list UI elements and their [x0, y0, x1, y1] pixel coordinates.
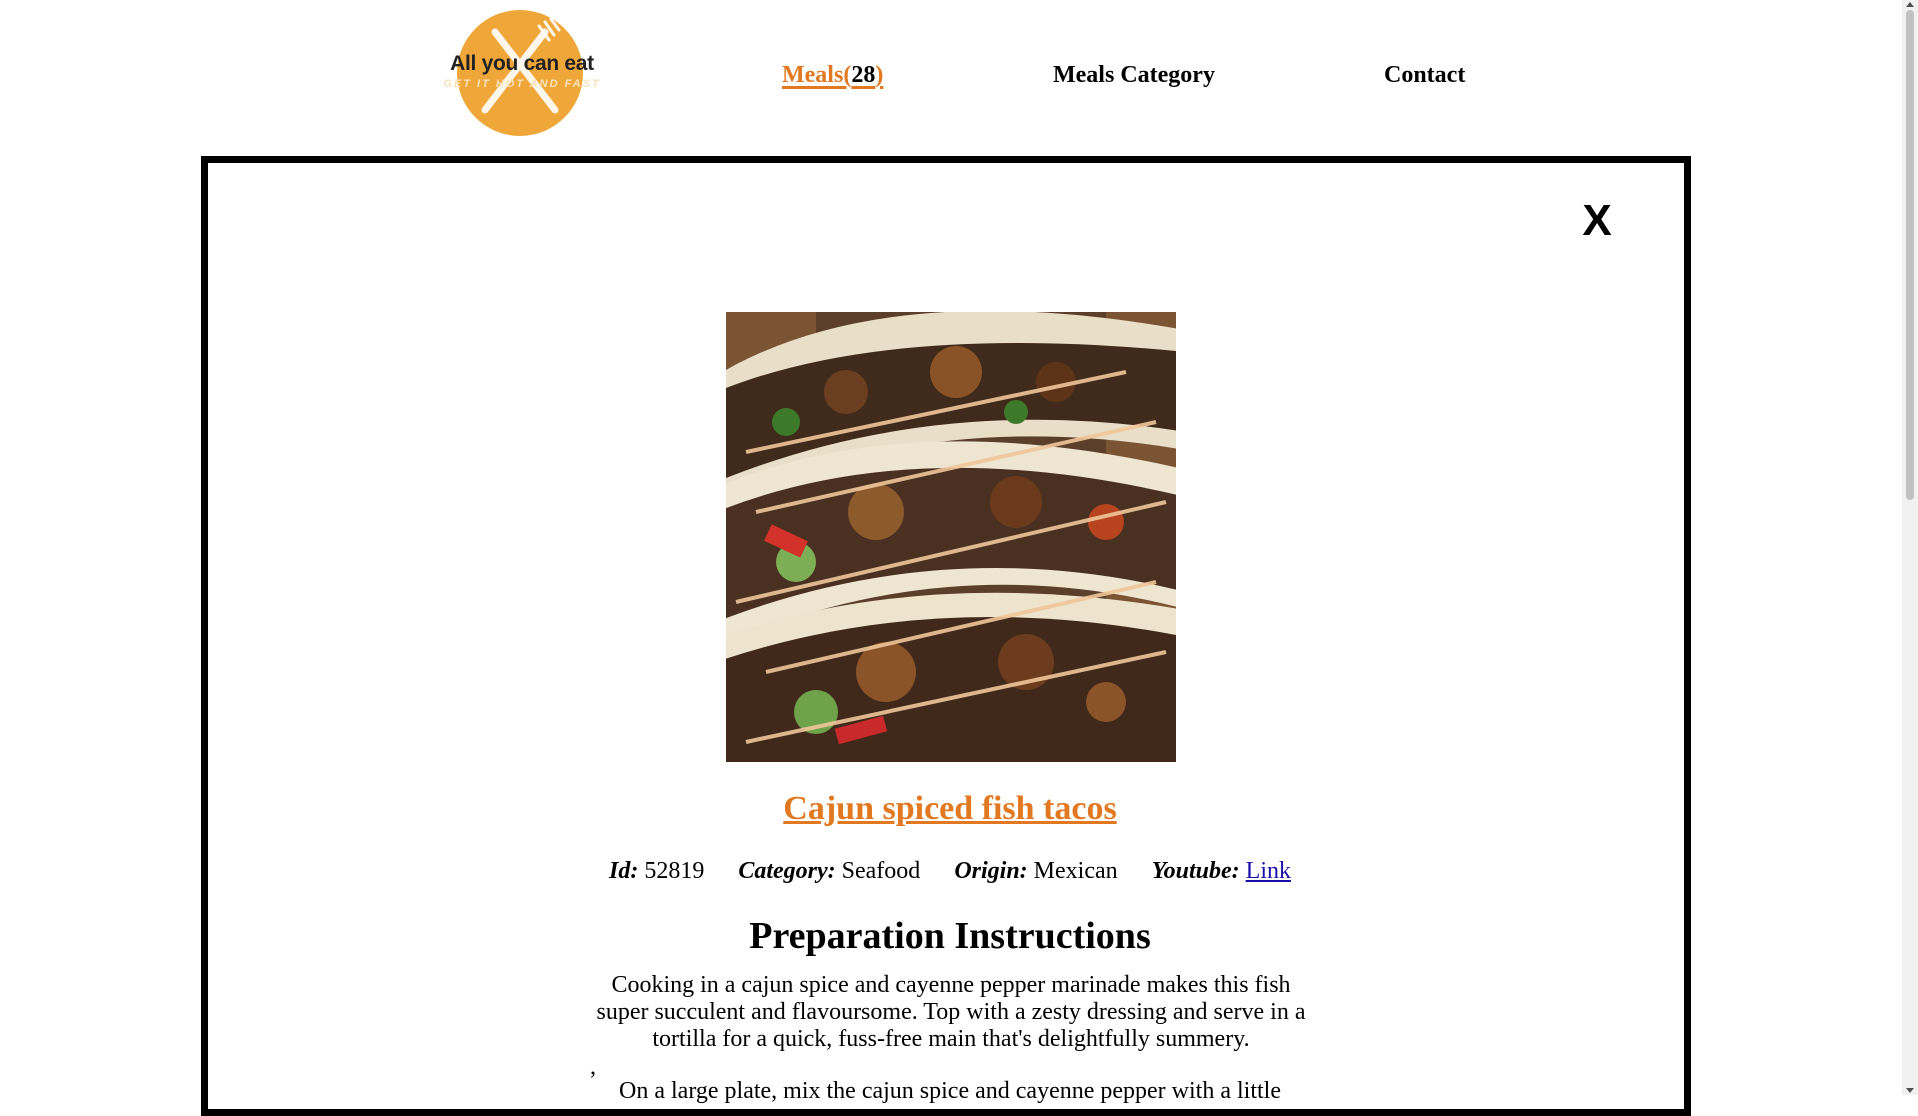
- meal-category-value: Seafood: [841, 858, 921, 884]
- nav-meals-category-link[interactable]: Meals Category: [1053, 62, 1215, 89]
- logo-brand-text: All you can eat: [450, 52, 594, 75]
- site-logo[interactable]: All you can eat GET IT HOT AND FAST: [436, 10, 608, 138]
- instruction-separator: ,: [590, 1054, 596, 1080]
- preparation-heading: Preparation Instructions: [749, 915, 1151, 957]
- page-scrollbar[interactable]: [1902, 0, 1918, 1095]
- nav-meals-label: Meals(: [782, 62, 852, 88]
- nav-meals-close-paren: ): [875, 62, 884, 88]
- site-header: All you can eat GET IT HOT AND FAST Meal…: [0, 0, 1900, 156]
- meal-id-label: Id:: [609, 858, 639, 884]
- meal-description: Cooking in a cajun spice and cayenne pep…: [596, 972, 1306, 1052]
- meal-youtube-label: Youtube:: [1151, 858, 1240, 884]
- meal-photo: [726, 312, 1176, 762]
- meal-youtube: Youtube: Link: [1152, 858, 1291, 884]
- meal-id: Id: 52819: [609, 858, 704, 884]
- youtube-link[interactable]: Link: [1246, 858, 1291, 884]
- logo-tagline: GET IT HOT AND FAST: [443, 78, 601, 90]
- scroll-up-arrow-icon[interactable]: [1906, 2, 1914, 7]
- nav-meals-count: 28: [851, 62, 876, 88]
- meal-title-link[interactable]: Cajun spiced fish tacos: [0, 790, 1900, 828]
- scrollbar-thumb[interactable]: [1906, 10, 1914, 500]
- nav-contact-link[interactable]: Contact: [1384, 62, 1465, 89]
- nav-meals-link[interactable]: Meals(28): [782, 62, 883, 89]
- close-modal-button[interactable]: X: [1582, 199, 1612, 243]
- instruction-step: On a large plate, mix the cajun spice an…: [619, 1078, 1281, 1104]
- meal-id-value: 52819: [644, 858, 705, 884]
- meal-category: Category: Seafood: [738, 858, 920, 884]
- meal-category-label: Category:: [738, 858, 836, 884]
- fish-tacos-image: [726, 312, 1176, 762]
- meal-origin-value: Mexican: [1033, 858, 1118, 884]
- meal-origin: Origin: Mexican: [954, 858, 1117, 884]
- meal-meta: Id: 52819 Category: Seafood Origin: Mexi…: [0, 858, 1900, 885]
- scroll-down-arrow-icon[interactable]: [1906, 1088, 1914, 1093]
- meal-origin-label: Origin:: [954, 858, 1028, 884]
